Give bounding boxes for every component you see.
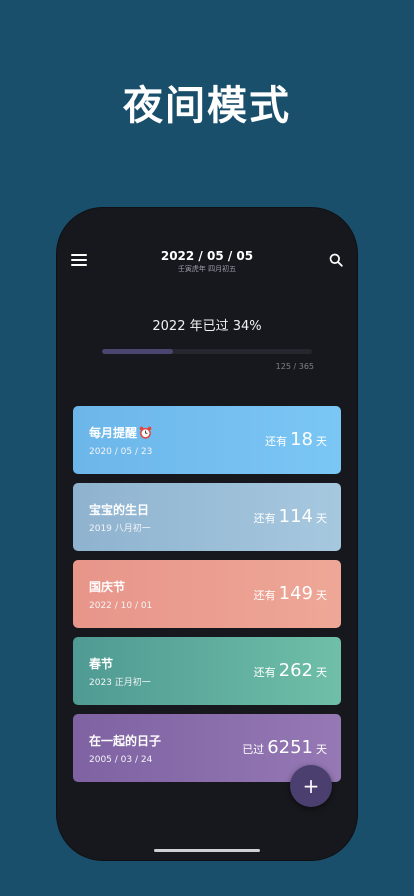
event-countdown: 还有 114 天 bbox=[254, 503, 327, 533]
event-date: 2023 正月初一 bbox=[89, 678, 151, 688]
event-title: 春节 bbox=[89, 657, 114, 671]
event-title: 在一起的日子 bbox=[89, 734, 162, 748]
top-bar: 2022 / 05 / 05 壬寅虎年 四月初五 bbox=[57, 208, 357, 288]
phone-screen: 2022 / 05 / 05 壬寅虎年 四月初五 2022 年已过 34% 12… bbox=[57, 208, 357, 860]
year-progress-count: 125 / 365 bbox=[275, 362, 314, 371]
promo-headline: 夜间模式 bbox=[123, 83, 291, 129]
event-title: 国庆节 bbox=[89, 580, 126, 594]
countdown-number: 114 bbox=[278, 506, 313, 527]
event-countdown: 还有 149 天 bbox=[254, 580, 327, 610]
countdown-unit: 天 bbox=[316, 743, 327, 756]
event-date: 2020 / 05 / 23 bbox=[89, 447, 153, 457]
year-progress-fill bbox=[102, 349, 174, 354]
event-card-baby-birthday[interactable]: 宝宝的生日 2019 八月初一 还有 114 天 bbox=[73, 483, 341, 551]
countdown-number: 6251 bbox=[267, 737, 313, 758]
countdown-prefix: 还有 bbox=[253, 589, 276, 602]
home-indicator bbox=[154, 849, 260, 852]
countdown-number: 262 bbox=[278, 660, 313, 681]
countdown-number: 149 bbox=[278, 583, 313, 604]
current-date: 2022 / 05 / 05 bbox=[160, 249, 254, 263]
year-progress-label: 2022 年已过 34% bbox=[152, 319, 262, 334]
event-date: 2022 / 10 / 01 bbox=[89, 601, 153, 611]
alarm-clock-icon bbox=[139, 426, 152, 439]
countdown-unit: 天 bbox=[316, 512, 327, 525]
event-countdown: 还有 18 天 bbox=[265, 426, 327, 456]
add-event-button[interactable]: + bbox=[290, 765, 332, 807]
event-countdown: 还有 262 天 bbox=[254, 657, 327, 687]
lunar-date: 壬寅虎年 四月初五 bbox=[177, 265, 237, 273]
countdown-prefix: 已过 bbox=[242, 743, 265, 756]
event-card-spring-festival[interactable]: 春节 2023 正月初一 还有 262 天 bbox=[73, 637, 341, 705]
event-date: 2005 / 03 / 24 bbox=[89, 755, 153, 765]
plus-icon: + bbox=[302, 774, 320, 798]
event-countdown: 已过 6251 天 bbox=[242, 734, 327, 764]
year-progress-bar bbox=[102, 349, 312, 354]
countdown-prefix: 还有 bbox=[253, 666, 276, 679]
event-card-monthly-reminder[interactable]: 每月提醒 2020 / 05 / 23 还有 18 天 bbox=[73, 406, 341, 474]
event-date: 2019 八月初一 bbox=[89, 524, 151, 534]
event-card-national-day[interactable]: 国庆节 2022 / 10 / 01 还有 149 天 bbox=[73, 560, 341, 628]
event-title: 每月提醒 bbox=[89, 425, 152, 441]
countdown-prefix: 还有 bbox=[253, 512, 276, 525]
countdown-unit: 天 bbox=[316, 589, 327, 602]
countdown-unit: 天 bbox=[316, 666, 327, 679]
countdown-unit: 天 bbox=[316, 435, 327, 448]
countdown-prefix: 还有 bbox=[265, 435, 288, 448]
search-icon[interactable] bbox=[329, 253, 343, 267]
countdown-number: 18 bbox=[290, 429, 313, 450]
event-title: 宝宝的生日 bbox=[89, 503, 150, 517]
